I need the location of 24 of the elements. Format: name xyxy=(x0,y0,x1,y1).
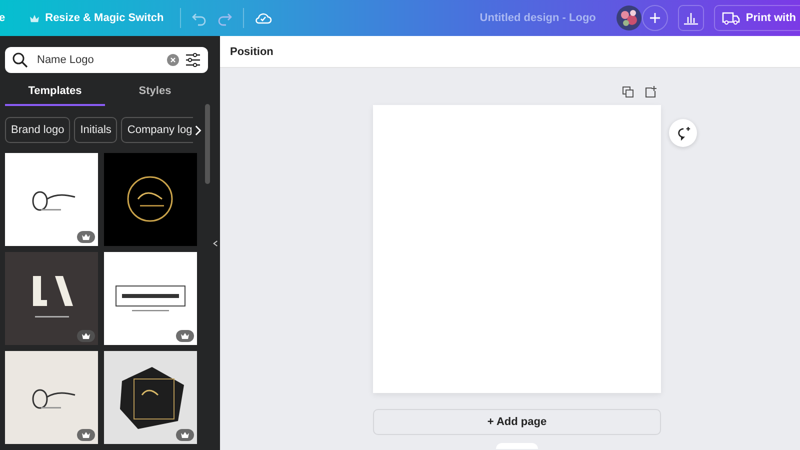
add-page-button[interactable]: + Add page xyxy=(373,409,661,435)
chart-icon[interactable] xyxy=(678,5,704,31)
filter-icon[interactable] xyxy=(185,53,201,67)
print-button[interactable]: Print with xyxy=(714,5,800,31)
tab[interactable]: Templates xyxy=(5,79,105,106)
collapse-handle[interactable] xyxy=(210,36,220,450)
filter-chip[interactable]: Initials xyxy=(74,117,118,143)
search-field[interactable]: Name Logo xyxy=(5,47,208,73)
duplicate-icon[interactable] xyxy=(622,86,634,98)
filter-chip[interactable]: Brand logo xyxy=(5,117,70,143)
scrollbar[interactable] xyxy=(205,104,210,184)
avatar-icon[interactable] xyxy=(616,5,642,31)
chevron-right-icon[interactable] xyxy=(195,124,202,136)
add-icon[interactable] xyxy=(642,5,668,31)
search-icon xyxy=(12,52,28,68)
truck-icon xyxy=(722,11,740,25)
tab[interactable]: Styles xyxy=(105,79,205,106)
cloud-icon[interactable] xyxy=(254,11,272,25)
add-page-icon[interactable] xyxy=(645,86,657,98)
position-button[interactable]: Position xyxy=(224,42,280,62)
comment-icon[interactable] xyxy=(669,119,697,147)
filter-chip[interactable]: Company log xyxy=(121,117,194,143)
crown-icon xyxy=(29,14,40,22)
clear-icon[interactable] xyxy=(167,54,179,66)
